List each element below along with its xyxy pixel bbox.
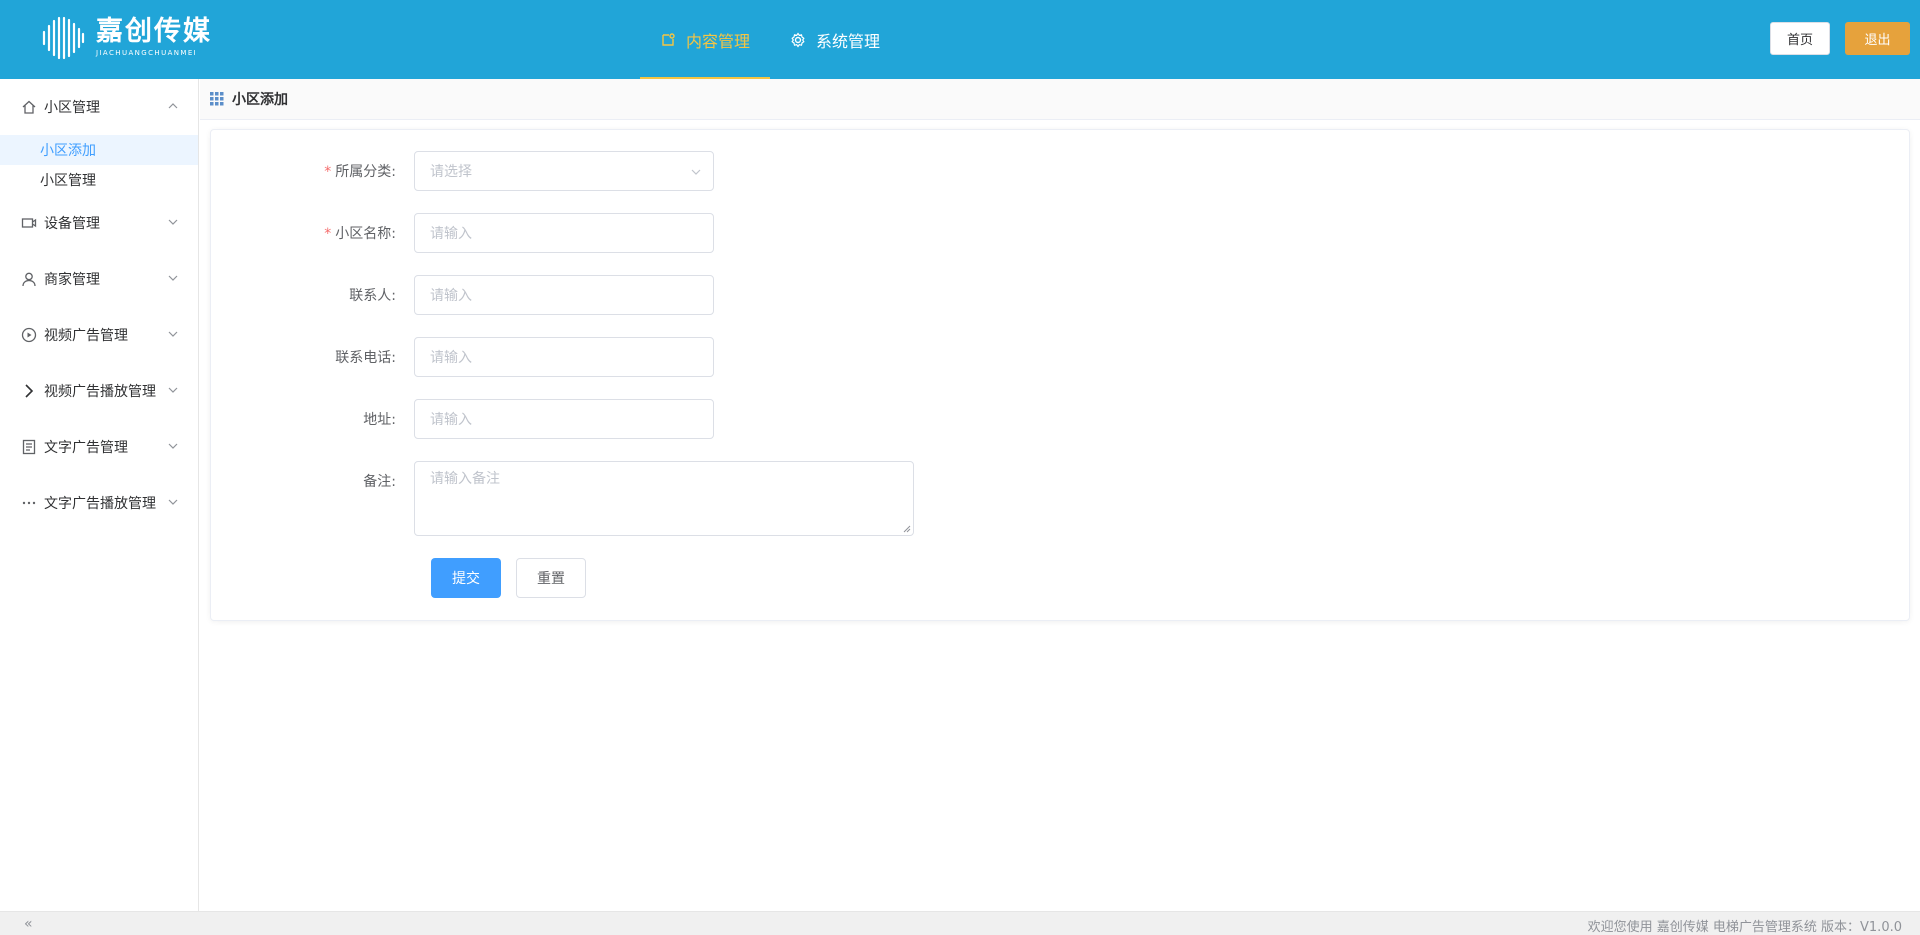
community-name-placeholder: 请输入 xyxy=(430,226,472,242)
play-icon xyxy=(20,326,38,344)
top-navigation: 内容管理 系统管理 xyxy=(640,0,900,79)
form-card: * 所属分类: 请选择 * 小区名称: 请输入 联系人: 请输入 联系电话: 请输入… xyxy=(210,129,1910,621)
required-mark: * xyxy=(324,164,332,180)
logout-button[interactable]: 退出 xyxy=(1845,22,1910,55)
sidebar-group-text-ad-play[interactable]: 文字广告播放管理 xyxy=(0,475,198,531)
sidebar-group-label: 文字广告播放管理 xyxy=(44,496,156,512)
top-header: 嘉创传媒 JIACHUANGCHUANMEI 内容管理 系统管理 首页 退出 xyxy=(0,0,1920,79)
address-placeholder: 请输入 xyxy=(430,412,472,428)
chevron-down-icon xyxy=(168,331,178,337)
form-row-address: 地址: 请输入 xyxy=(211,399,714,439)
contact-label: 联系人: xyxy=(349,288,396,304)
brand-name-cn: 嘉创传媒 xyxy=(96,16,212,47)
sidebar-group-device[interactable]: 设备管理 xyxy=(0,195,198,251)
more-icon xyxy=(20,494,38,512)
form-row-community-name: * 小区名称: 请输入 xyxy=(211,213,714,253)
sidebar-group-community[interactable]: 小区管理 xyxy=(0,79,198,135)
resize-grip-icon[interactable] xyxy=(903,525,911,533)
sidebar-group-text-ad[interactable]: 文字广告管理 xyxy=(0,419,198,475)
sidebar-item-community-add[interactable]: 小区添加 xyxy=(0,135,198,165)
category-select-placeholder: 请选择 xyxy=(430,164,472,180)
chevron-down-icon xyxy=(168,443,178,449)
sidebar-group-label: 设备管理 xyxy=(44,216,100,232)
home-icon xyxy=(20,98,38,116)
sidebar-group-video-ad-play[interactable]: 视频广告播放管理 xyxy=(0,363,198,419)
community-name-input[interactable]: 请输入 xyxy=(414,213,714,253)
chevron-up-icon xyxy=(168,103,178,109)
logo-mark-icon xyxy=(42,16,85,60)
remark-placeholder: 请输入备注 xyxy=(430,471,500,487)
topnav-system-management[interactable]: 系统管理 xyxy=(770,0,900,79)
chevron-down-icon xyxy=(691,169,701,175)
form-row-contact: 联系人: 请输入 xyxy=(211,275,714,315)
category-label: * 所属分类: xyxy=(211,161,414,181)
footer-bar: « 欢迎您使用 嘉创传媒 电梯广告管理系统 版本：V1.0.0 xyxy=(0,911,1920,935)
phone-placeholder: 请输入 xyxy=(430,350,472,366)
required-mark: * xyxy=(324,226,332,242)
sidebar-group-label: 文字广告管理 xyxy=(44,440,128,456)
remark-textarea[interactable]: 请输入备注 xyxy=(414,461,914,536)
form-row-category: * 所属分类: 请选择 xyxy=(211,151,714,191)
category-label-text: 所属分类: xyxy=(335,164,396,180)
phone-input[interactable]: 请输入 xyxy=(414,337,714,377)
chevron-down-icon xyxy=(168,499,178,505)
submit-button[interactable]: 提交 xyxy=(431,558,501,598)
community-name-label: * 小区名称: xyxy=(211,223,414,243)
contact-input[interactable]: 请输入 xyxy=(414,275,714,315)
form-row-phone: 联系电话: 请输入 xyxy=(211,337,714,377)
user-icon xyxy=(20,270,38,288)
page-title: 小区添加 xyxy=(232,92,288,108)
phone-label: 联系电话: xyxy=(335,350,396,366)
reset-button[interactable]: 重置 xyxy=(516,558,586,598)
topnav-system-label: 系统管理 xyxy=(816,31,881,51)
camera-icon xyxy=(20,214,38,232)
breadcrumb: 小区添加 xyxy=(200,79,1920,120)
chevron-down-icon xyxy=(168,219,178,225)
brand-logo[interactable]: 嘉创传媒 JIACHUANGCHUANMEI xyxy=(40,14,212,60)
gear-icon xyxy=(791,31,805,48)
sidebar-group-label: 视频广告播放管理 xyxy=(44,384,156,400)
contact-placeholder: 请输入 xyxy=(430,288,472,304)
chevron-right-icon xyxy=(20,382,38,400)
sidebar-group-label: 小区管理 xyxy=(44,100,100,116)
topnav-content-label: 内容管理 xyxy=(686,31,751,51)
sidebar-group-label: 视频广告管理 xyxy=(44,328,128,344)
category-select[interactable]: 请选择 xyxy=(414,151,714,191)
home-button[interactable]: 首页 xyxy=(1770,22,1830,55)
sidebar-group-video-ad[interactable]: 视频广告管理 xyxy=(0,307,198,363)
form-row-remark: 备注: 请输入备注 xyxy=(211,461,914,536)
footer-version-text: 欢迎您使用 嘉创传媒 电梯广告管理系统 版本：V1.0.0 xyxy=(1587,920,1902,935)
logo-text: 嘉创传媒 JIACHUANGCHUANMEI xyxy=(96,16,212,58)
sidebar-group-merchant[interactable]: 商家管理 xyxy=(0,251,198,307)
community-name-label-text: 小区名称: xyxy=(335,226,396,242)
sidebar-item-community-manage[interactable]: 小区管理 xyxy=(0,165,198,195)
remark-label: 备注: xyxy=(363,474,396,490)
collapse-sidebar-icon[interactable]: « xyxy=(24,916,40,932)
sidebar: 小区管理 小区添加 小区管理 设备管理 商家管理 视频广告管理 视频广告播放管理 xyxy=(0,79,199,911)
content-icon xyxy=(662,32,675,46)
address-label: 地址: xyxy=(363,412,396,428)
document-icon xyxy=(20,438,38,456)
topnav-content-management[interactable]: 内容管理 xyxy=(640,0,771,79)
chevron-down-icon xyxy=(168,387,178,393)
address-input[interactable]: 请输入 xyxy=(414,399,714,439)
grid-icon xyxy=(210,92,224,106)
brand-name-en: JIACHUANGCHUANMEI xyxy=(96,49,198,57)
sidebar-group-label: 商家管理 xyxy=(44,272,100,288)
chevron-down-icon xyxy=(168,275,178,281)
